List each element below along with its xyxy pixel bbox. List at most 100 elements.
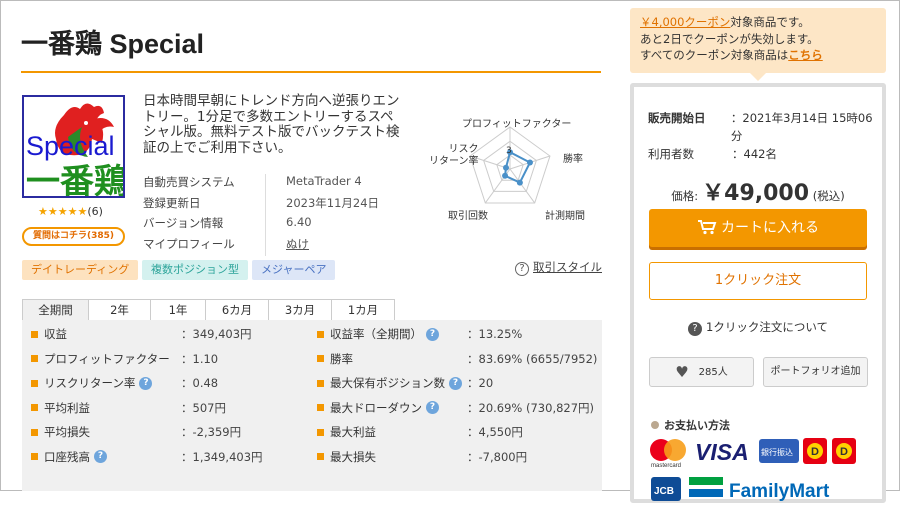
price-label: 価格: [671, 189, 699, 203]
tag-day-trading[interactable]: デイトレーディング [22, 260, 139, 280]
stat-key: 収益 [31, 325, 181, 343]
radar-label-profit-factor: プロフィットファクター [462, 119, 572, 130]
radar-label-risk-return: リスク リターン率 [429, 144, 479, 167]
star-icons: ★★★★★ [38, 205, 88, 218]
stat-value: ：83.69% (6655/7952) [467, 351, 598, 366]
bullet-icon [31, 379, 38, 387]
svg-text:Special: Special [26, 131, 115, 161]
jcb-logo-icon: JCB [651, 477, 681, 501]
tab-3-months[interactable]: 3カ月 [268, 299, 332, 320]
stat-label: 最大ドローダウン [330, 400, 422, 415]
price-tax: (税込) [812, 189, 845, 203]
stat-key: 平均損失 [31, 423, 181, 441]
info-key: マイプロフィール [143, 236, 235, 251]
stat-key: 最大保有ポジション数? [317, 374, 467, 392]
cart-label: カートに入れる [721, 220, 819, 236]
favorite-button[interactable]: ♥ 285人 [649, 357, 754, 387]
stat-label: リスクリターン率 [44, 376, 136, 390]
help-icon[interactable]: ? [426, 401, 439, 414]
help-icon[interactable]: ? [449, 376, 462, 390]
add-portfolio-button[interactable]: ポートフォリオ追加 [763, 357, 868, 387]
tab-6-months[interactable]: 6カ月 [205, 299, 269, 320]
stat-row: 最大ドローダウン? ：20.69% (730,827円) [317, 399, 594, 417]
radar-point [502, 172, 509, 179]
stat-label: 勝率 [330, 351, 353, 366]
coupon-line-1: ￥4,000クーポン対象商品です。 [640, 14, 876, 31]
info-key: バージョン情報 [143, 216, 224, 230]
stat-value: ：1.10 [181, 351, 219, 366]
cart-icon [697, 212, 717, 250]
radar-chart: 3 プロフィットファクター 勝率 計測期間 取引回数 リスク リターン率 [415, 112, 605, 222]
stat-label: 収益 [44, 327, 67, 341]
review-count[interactable]: (6) [87, 205, 103, 218]
stat-label: 最大損失 [330, 449, 376, 464]
stat-row: 平均利益 ：507円 [31, 399, 226, 417]
coupon-notice: ￥4,000クーポン対象商品です。 あと2日でクーポンが失効します。 すべてのク… [630, 8, 886, 81]
stat-value: ：4,550円 [467, 425, 523, 439]
question-button[interactable]: 質問はコチラ(385) [22, 227, 125, 246]
period-tabs: 全期間 2年 1年 6カ月 3カ月 1カ月 [22, 299, 395, 320]
bullet-icon [317, 379, 324, 387]
stat-label: 収益率（全期間） [330, 327, 422, 341]
stat-row: 収益率（全期間）? ：13.25% [317, 325, 522, 343]
svg-text:FamilyMart: FamilyMart [729, 481, 830, 502]
stat-label: 平均損失 [44, 425, 90, 439]
tab-2-years[interactable]: 2年 [88, 299, 151, 320]
svg-text:JCB: JCB [654, 486, 674, 497]
help-icon[interactable]: ? [139, 376, 153, 390]
coupon-line-3: すべてのクーポン対象商品はこちら [640, 47, 876, 64]
help-icon: ? [688, 322, 702, 336]
svg-text:D: D [840, 446, 848, 458]
trade-style-label: 取引スタイル [533, 260, 602, 274]
tab-1-year[interactable]: 1年 [150, 299, 206, 320]
svg-text:D: D [811, 446, 819, 458]
trade-style-link[interactable]: ? 取引スタイル [515, 259, 602, 276]
help-icon[interactable]: ? [426, 327, 439, 341]
coupon-all-link[interactable]: こちら [788, 48, 823, 62]
bullet-icon [31, 355, 38, 362]
add-to-cart-button[interactable]: カートに入れる [649, 209, 867, 247]
coupon-link[interactable]: ￥4,000クーポン [640, 15, 730, 29]
product-description: 日本時間早朝にトレンド方向へ逆張りエントリー。1分足で多数エントリーするスペシャ… [143, 93, 400, 156]
tab-all-period[interactable]: 全期間 [22, 299, 89, 320]
radar-point [516, 179, 523, 186]
stat-value: ：507円 [181, 400, 226, 415]
stat-value: ：1,349,403円 [181, 449, 263, 464]
about-one-click-link[interactable]: ? 1クリック注文について [634, 319, 882, 336]
stat-key: リスクリターン率? [31, 374, 181, 392]
stat-row: 収益 ：349,403円 [31, 325, 252, 343]
help-icon[interactable]: ? [94, 450, 107, 463]
bullet-icon [317, 453, 324, 460]
stat-value: ：-2,359円 [181, 425, 242, 439]
tab-1-month[interactable]: 1カ月 [331, 299, 395, 320]
stat-key: 収益率（全期間）? [317, 325, 467, 343]
tag-multi-position[interactable]: 複数ポジション型 [142, 260, 248, 280]
radar-point [526, 159, 533, 166]
sale-row: 販売開始日 ：2021年3月14日 15時06分 [648, 109, 882, 145]
page-title: 一番鶏 Special [21, 29, 205, 59]
heart-icon: ♥ [675, 363, 689, 381]
stat-key: 勝率 [317, 350, 467, 368]
tag-major-pair[interactable]: メジャーペア [252, 260, 336, 280]
bullet-icon [317, 330, 324, 338]
bullet-icon [317, 355, 324, 362]
info-row: 登録更新日 2023年11月24日 [143, 194, 379, 215]
coupon-line-3-text: すべてのクーポン対象商品は [640, 48, 789, 62]
radar-scale-label: 3 [506, 146, 512, 156]
stat-row: 勝率 ：83.69% (6655/7952) [317, 350, 597, 368]
stat-value: ：20 [467, 376, 494, 390]
stat-label: 平均利益 [44, 400, 90, 415]
info-key: 自動売買システム [143, 175, 235, 189]
stat-row: 口座残高? ：1,349,403円 [31, 448, 263, 466]
familymart-logo-icon: FamilyMart [689, 477, 830, 502]
product-logo[interactable]: Special 一番鶏 [22, 95, 125, 198]
stat-key: 最大利益 [317, 423, 467, 441]
favorite-count: 285人 [698, 367, 728, 378]
info-key: 登録更新日 [143, 195, 201, 210]
radar-label-win-rate: 勝率 [563, 154, 583, 165]
one-click-order-button[interactable]: 1クリック注文 [649, 262, 867, 300]
profile-link[interactable]: ぬけ [265, 235, 309, 256]
sale-row: 利用者数 ：442名 [648, 145, 882, 163]
coupon-line-1-rest: 対象商品です。 [730, 15, 810, 29]
sale-key: 販売開始日 [648, 111, 706, 125]
